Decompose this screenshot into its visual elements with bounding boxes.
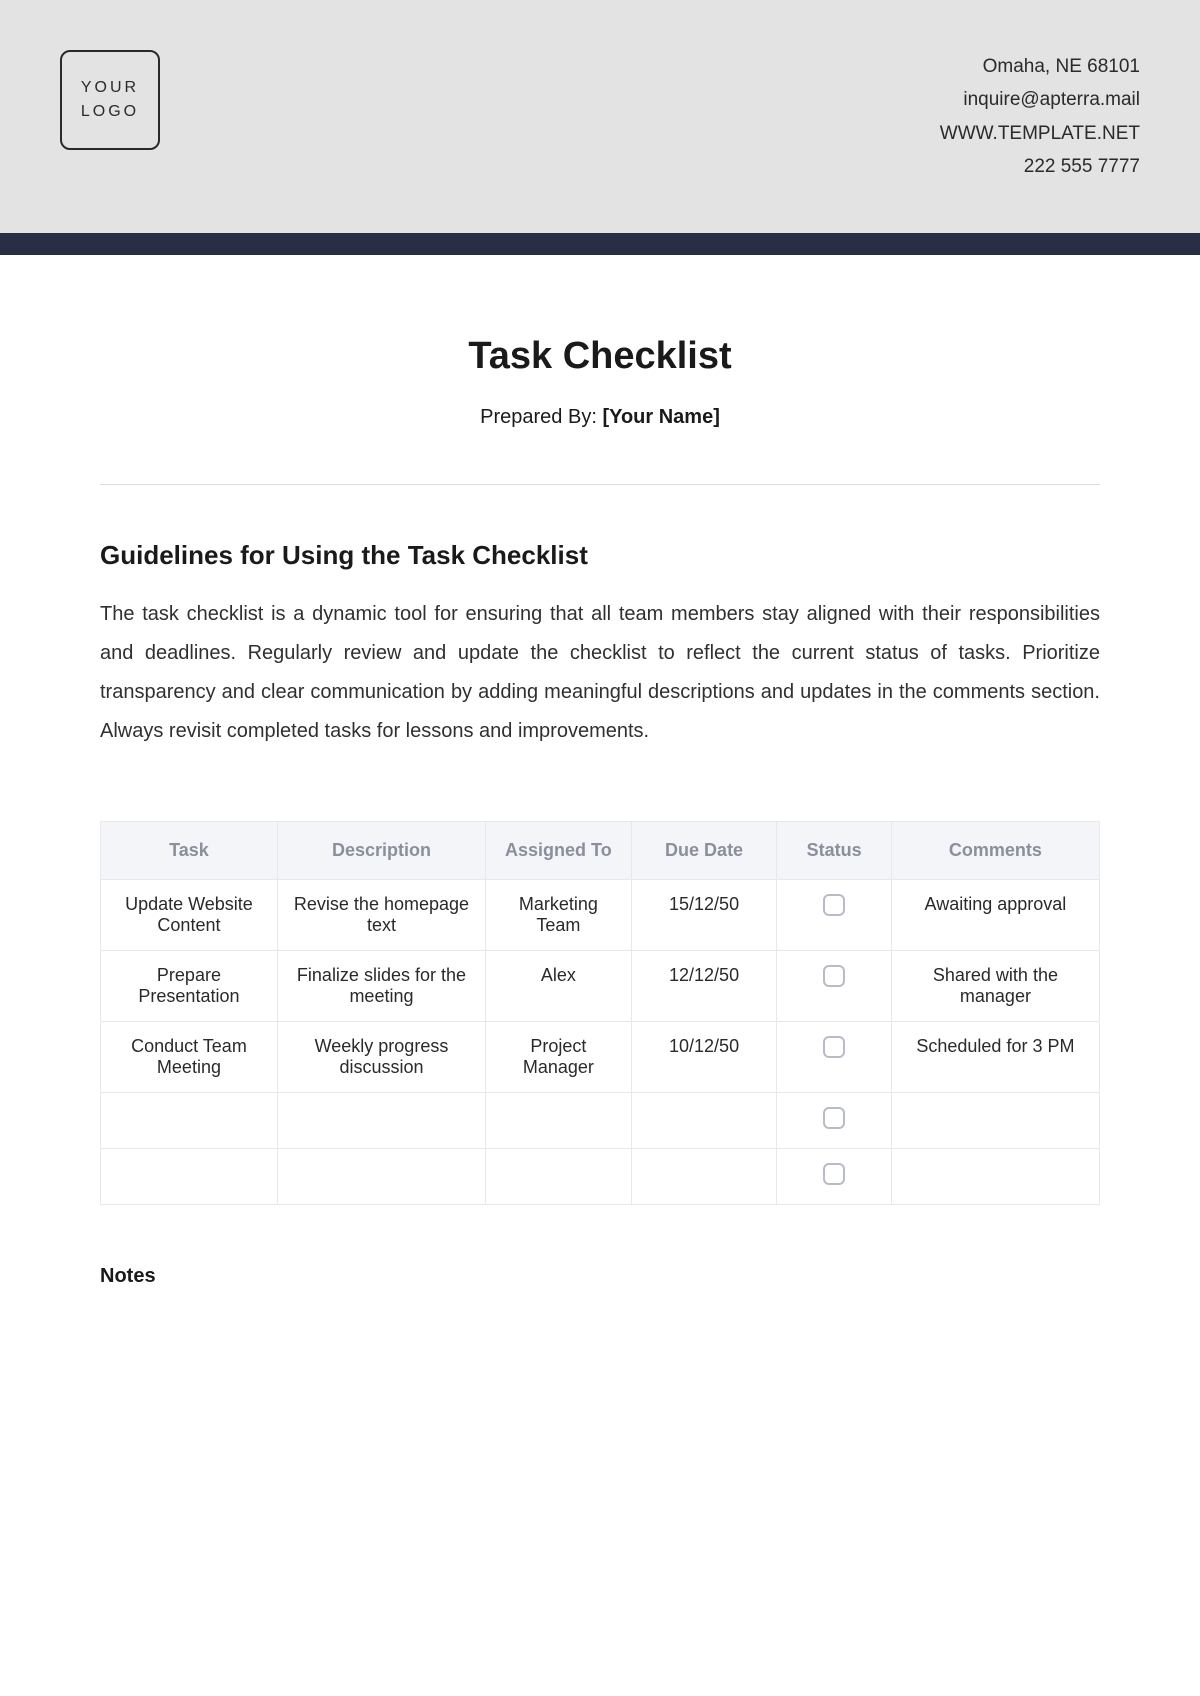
table-header-row: Task Description Assigned To Due Date St…	[101, 822, 1100, 880]
cell-assigned	[486, 1149, 632, 1205]
header-status: Status	[777, 822, 891, 880]
logo-placeholder: YOUR LOGO	[60, 50, 160, 150]
cell-status	[777, 1149, 891, 1205]
prepared-label: Prepared By:	[480, 406, 602, 428]
cell-assigned: Alex	[486, 951, 632, 1022]
cell-task: Prepare Presentation	[101, 951, 278, 1022]
cell-comments: Scheduled for 3 PM	[891, 1022, 1099, 1093]
cell-comments	[891, 1093, 1099, 1149]
cell-description	[277, 1149, 485, 1205]
task-table: Task Description Assigned To Due Date St…	[100, 821, 1100, 1205]
prepared-value: [Your Name]	[602, 406, 719, 428]
header-description: Description	[277, 822, 485, 880]
document-body: Task Checklist Prepared By: [Your Name] …	[0, 255, 1200, 1348]
table-row: Conduct Team Meeting Weekly progress dis…	[101, 1022, 1100, 1093]
notes-heading: Notes	[100, 1265, 1100, 1288]
cell-due: 10/12/50	[631, 1022, 777, 1093]
contact-website: WWW.TEMPLATE.NET	[940, 117, 1140, 150]
cell-due: 15/12/50	[631, 880, 777, 951]
page-title: Task Checklist	[100, 335, 1100, 378]
cell-description: Finalize slides for the meeting	[277, 951, 485, 1022]
logo-line1: YOUR	[81, 76, 139, 100]
checkbox-icon[interactable]	[823, 965, 845, 987]
checkbox-icon[interactable]	[823, 894, 845, 916]
cell-status	[777, 951, 891, 1022]
table-row: Update Website Content Revise the homepa…	[101, 880, 1100, 951]
contact-email: inquire@apterra.mail	[940, 83, 1140, 116]
title-divider	[100, 484, 1100, 485]
cell-assigned: Project Manager	[486, 1022, 632, 1093]
cell-comments	[891, 1149, 1099, 1205]
guidelines-heading: Guidelines for Using the Task Checklist	[100, 540, 1100, 571]
cell-task: Conduct Team Meeting	[101, 1022, 278, 1093]
cell-task: Update Website Content	[101, 880, 278, 951]
cell-assigned: Marketing Team	[486, 880, 632, 951]
cell-description: Revise the homepage text	[277, 880, 485, 951]
cell-status	[777, 880, 891, 951]
checkbox-icon[interactable]	[823, 1036, 845, 1058]
table-row: Prepare Presentation Finalize slides for…	[101, 951, 1100, 1022]
cell-comments: Awaiting approval	[891, 880, 1099, 951]
header-comments: Comments	[891, 822, 1099, 880]
cell-due	[631, 1149, 777, 1205]
cell-description: Weekly progress discussion	[277, 1022, 485, 1093]
contact-block: Omaha, NE 68101 inquire@apterra.mail WWW…	[940, 50, 1140, 183]
prepared-by: Prepared By: [Your Name]	[100, 406, 1100, 429]
header-due: Due Date	[631, 822, 777, 880]
table-row	[101, 1149, 1100, 1205]
cell-description	[277, 1093, 485, 1149]
logo-line2: LOGO	[81, 100, 139, 124]
document-header: YOUR LOGO Omaha, NE 68101 inquire@apterr…	[0, 0, 1200, 233]
header-assigned: Assigned To	[486, 822, 632, 880]
checkbox-icon[interactable]	[823, 1163, 845, 1185]
header-task: Task	[101, 822, 278, 880]
cell-due	[631, 1093, 777, 1149]
cell-assigned	[486, 1093, 632, 1149]
checkbox-icon[interactable]	[823, 1107, 845, 1129]
cell-status	[777, 1093, 891, 1149]
cell-task	[101, 1093, 278, 1149]
cell-comments: Shared with the manager	[891, 951, 1099, 1022]
contact-address: Omaha, NE 68101	[940, 50, 1140, 83]
guidelines-body: The task checklist is a dynamic tool for…	[100, 595, 1100, 751]
header-divider	[0, 233, 1200, 255]
cell-due: 12/12/50	[631, 951, 777, 1022]
contact-phone: 222 555 7777	[940, 150, 1140, 183]
table-row	[101, 1093, 1100, 1149]
cell-status	[777, 1022, 891, 1093]
cell-task	[101, 1149, 278, 1205]
